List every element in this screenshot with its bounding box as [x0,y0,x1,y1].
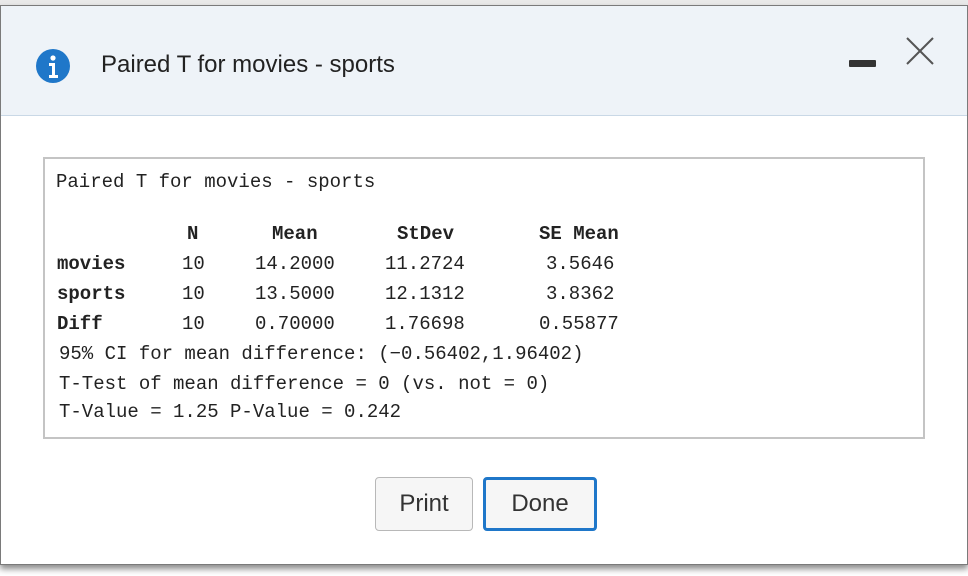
output-title: Paired T for movies - sports [56,171,376,193]
ttest-line: T-Test of mean difference = 0 (vs. not =… [59,373,550,395]
header-mean: Mean [272,223,318,245]
cell-sports-n: 10 [182,283,205,305]
dialog-title: Paired T for movies - sports [101,51,395,78]
cell-diff-stdev: 1.76698 [385,313,465,335]
cell-sports-se-mean: 3.8362 [546,283,615,305]
tvalue-line: T-Value = 1.25 P-Value = 0.242 [59,401,402,423]
header-stdev: StDev [397,223,455,245]
header-se-mean: SE Mean [539,223,619,245]
info-icon [36,49,70,83]
cell-diff-n: 10 [182,313,205,335]
print-button[interactable]: Print [375,477,473,531]
session-output-panel: Paired T for movies - sports N Mean StDe… [43,157,925,439]
cell-sports-stdev: 12.1312 [385,283,465,305]
close-icon[interactable] [904,35,936,67]
dialog-titlebar: Paired T for movies - sports [1,6,967,116]
done-button[interactable]: Done [483,477,597,531]
row-label-sports: sports [57,283,126,305]
header-n: N [187,223,199,245]
ci-line: 95% CI for mean difference: (−0.56402,1.… [59,343,584,365]
cell-diff-mean: 0.70000 [255,313,335,335]
cell-movies-se-mean: 3.5646 [546,253,615,275]
results-dialog: Paired T for movies - sports Paired T fo… [0,5,968,565]
row-label-diff: Diff [57,313,103,335]
cell-diff-se-mean: 0.55877 [539,313,619,335]
cell-movies-mean: 14.2000 [255,253,335,275]
cell-movies-n: 10 [182,253,205,275]
row-label-movies: movies [57,253,126,275]
minimize-button[interactable] [849,53,877,73]
cell-sports-mean: 13.5000 [255,283,335,305]
cell-movies-stdev: 11.2724 [385,253,465,275]
minimize-icon [849,60,876,67]
